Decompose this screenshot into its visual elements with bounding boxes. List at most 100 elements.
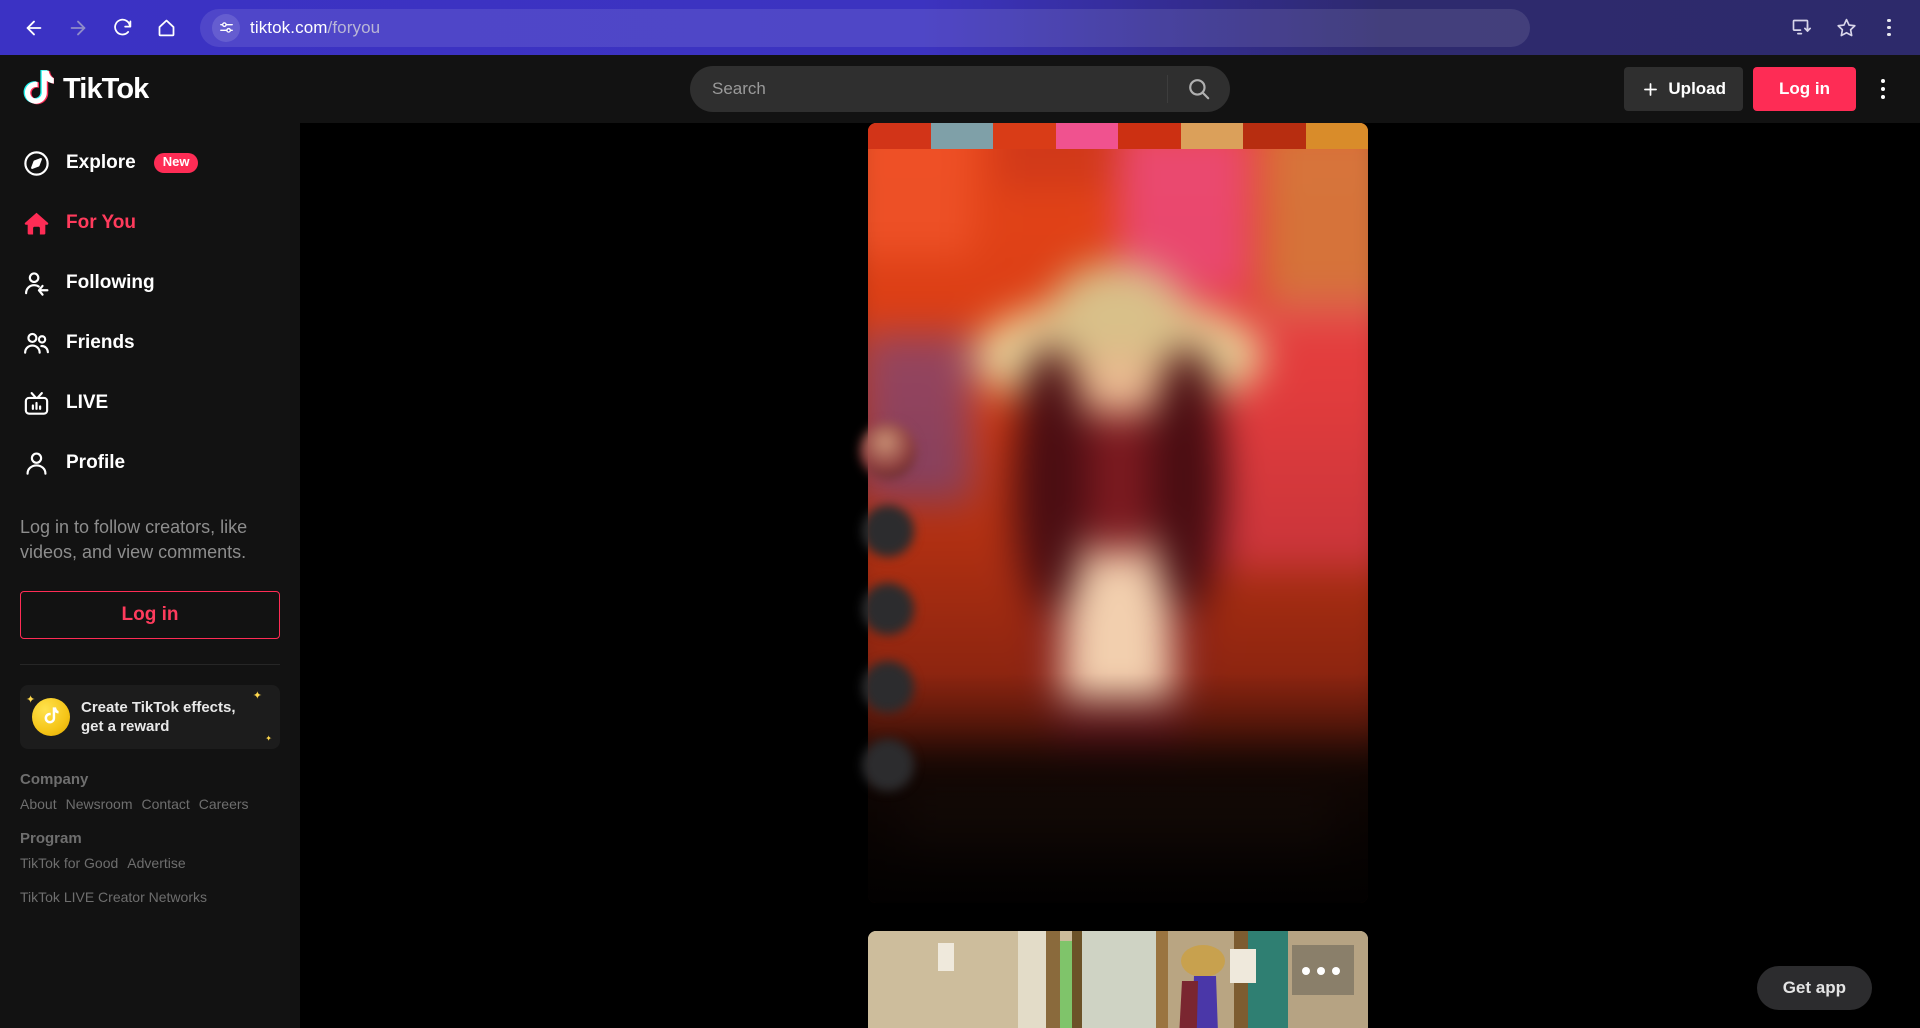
browser-menu-button[interactable]	[1872, 8, 1906, 48]
video-action-rail	[860, 423, 916, 791]
magnifier-icon	[1189, 79, 1210, 100]
install-app-button[interactable]	[1780, 8, 1820, 48]
person-arrow-icon	[20, 267, 52, 299]
search-bar[interactable]	[690, 66, 1230, 112]
site-settings-icon	[219, 22, 233, 33]
sidebar-item-friends[interactable]: Friends	[8, 313, 292, 373]
sidebar-nav: Explore New For You Following Friends LI…	[0, 133, 300, 493]
search-button[interactable]	[1168, 66, 1230, 112]
footer-link[interactable]: Careers	[199, 796, 249, 812]
forward-arrow-icon	[70, 20, 86, 35]
sidebar-item-label: LIVE	[66, 392, 109, 413]
sparkle-icon: ✦	[26, 693, 36, 706]
footer-link[interactable]: About	[20, 796, 57, 812]
two-people-icon	[20, 327, 52, 359]
carousel-dot[interactable]	[1317, 967, 1325, 975]
sidebar-item-explore[interactable]: Explore New	[8, 133, 292, 193]
home-icon	[158, 19, 174, 37]
upload-label: Upload	[1668, 79, 1727, 98]
footer-link[interactable]: TikTok for Good	[20, 855, 118, 871]
site-settings-button[interactable]	[212, 13, 240, 42]
promo-line-2: get a reward	[81, 717, 170, 735]
sidebar-item-label: For You	[66, 212, 137, 233]
tiktok-logo[interactable]: TikTok	[0, 70, 300, 108]
footer-link[interactable]: Advertise	[127, 855, 185, 871]
footer-link[interactable]: TikTok LIVE Creator Networks	[20, 889, 207, 905]
sidebar-divider	[20, 663, 280, 665]
sidebar-item-label: Explore	[66, 152, 136, 173]
url-domain: tiktok.com	[250, 17, 328, 37]
footer-links-program-2: TikTok LIVE Creator Networks	[20, 889, 280, 905]
sidebar-footer: Company About Newsroom Contact Careers P…	[0, 749, 300, 905]
address-bar[interactable]: tiktok.com/foryou	[200, 8, 1530, 47]
sparkle-icon: ✦	[265, 734, 272, 744]
live-tv-icon	[20, 387, 52, 419]
footer-link[interactable]: Contact	[142, 796, 190, 812]
sidebar: Explore New For You Following Friends LI…	[0, 123, 300, 1028]
upload-button[interactable]: Upload	[1624, 67, 1744, 111]
reload-button[interactable]	[102, 8, 142, 48]
carousel-dot[interactable]	[1302, 967, 1310, 975]
menu-dot	[1887, 25, 1891, 30]
header-actions: Upload Log in	[1624, 67, 1920, 111]
reload-icon	[113, 18, 131, 36]
footer-link[interactable]: Newsroom	[66, 796, 133, 812]
menu-dot	[1881, 95, 1885, 99]
tiktok-header: TikTok Upload Log in	[0, 55, 1920, 123]
bookmark-button[interactable]	[862, 661, 914, 713]
bookmark-button[interactable]	[1826, 8, 1866, 48]
get-app-button[interactable]: Get app	[1756, 966, 1872, 1010]
like-button[interactable]	[862, 505, 914, 557]
sidebar-item-for-you[interactable]: For You	[8, 193, 292, 253]
effects-promo-card[interactable]: ✦ ✦ ✦ Create TikTok effects, get a rewar…	[20, 684, 280, 750]
compass-icon	[20, 147, 52, 179]
back-arrow-icon	[26, 20, 42, 35]
creator-avatar[interactable]	[860, 423, 916, 479]
menu-dot	[1881, 79, 1885, 83]
login-prompt-text: Log in to follow creators, like videos, …	[20, 517, 248, 562]
next-video-preview[interactable]	[868, 931, 1368, 1028]
sidebar-item-profile[interactable]: Profile	[8, 433, 292, 493]
header-login-button[interactable]: Log in	[1753, 67, 1856, 111]
video-feed: Get app	[300, 123, 1920, 1028]
video-bottom-gradient	[868, 673, 1368, 903]
forward-button[interactable]	[58, 8, 98, 48]
promo-line-1: Create TikTok effects,	[81, 698, 236, 716]
tiktok-coin-icon	[32, 697, 70, 736]
sidebar-item-following[interactable]: Following	[8, 253, 292, 313]
tiktok-wordmark: TikTok	[63, 72, 149, 105]
promo-text: Create TikTok effects, get a reward	[81, 698, 236, 736]
url-path: /foryou	[327, 17, 381, 37]
login-prompt: Log in to follow creators, like videos, …	[0, 493, 300, 565]
new-badge: New	[153, 153, 199, 173]
search-input[interactable]	[690, 79, 1167, 99]
carousel-dots	[1302, 967, 1340, 975]
footer-links-company: About Newsroom Contact Careers	[20, 796, 280, 812]
footer-links-program: TikTok for Good Advertise	[20, 855, 280, 871]
footer-heading-program: Program	[20, 830, 82, 848]
sidebar-item-live[interactable]: LIVE	[8, 373, 292, 433]
person-icon	[20, 447, 52, 479]
star-bookmark-icon	[1836, 18, 1856, 37]
video-top-strip	[868, 123, 1368, 149]
video-player[interactable]	[868, 123, 1368, 903]
browser-toolbar: tiktok.com/foryou	[0, 0, 1920, 55]
sidebar-login-button[interactable]: Log in	[20, 590, 280, 639]
carousel-dot[interactable]	[1332, 967, 1340, 975]
home-button[interactable]	[146, 8, 186, 48]
tiktok-note-icon	[20, 70, 56, 108]
url-text: tiktok.com/foryou	[250, 18, 380, 38]
share-button[interactable]	[862, 739, 914, 791]
sidebar-item-label: Following	[66, 272, 155, 293]
search-container	[690, 66, 1230, 112]
header-menu-button[interactable]	[1866, 67, 1900, 111]
back-button[interactable]	[14, 8, 54, 48]
page-body: Explore New For You Following Friends LI…	[0, 123, 1920, 1028]
sidebar-item-label: Friends	[66, 332, 135, 353]
footer-heading-company: Company	[20, 771, 89, 789]
menu-dot	[1881, 87, 1885, 91]
browser-actions	[1780, 8, 1906, 48]
sparkle-icon: ✦	[252, 689, 262, 702]
comment-button[interactable]	[862, 583, 914, 635]
install-app-icon	[1792, 19, 1811, 35]
